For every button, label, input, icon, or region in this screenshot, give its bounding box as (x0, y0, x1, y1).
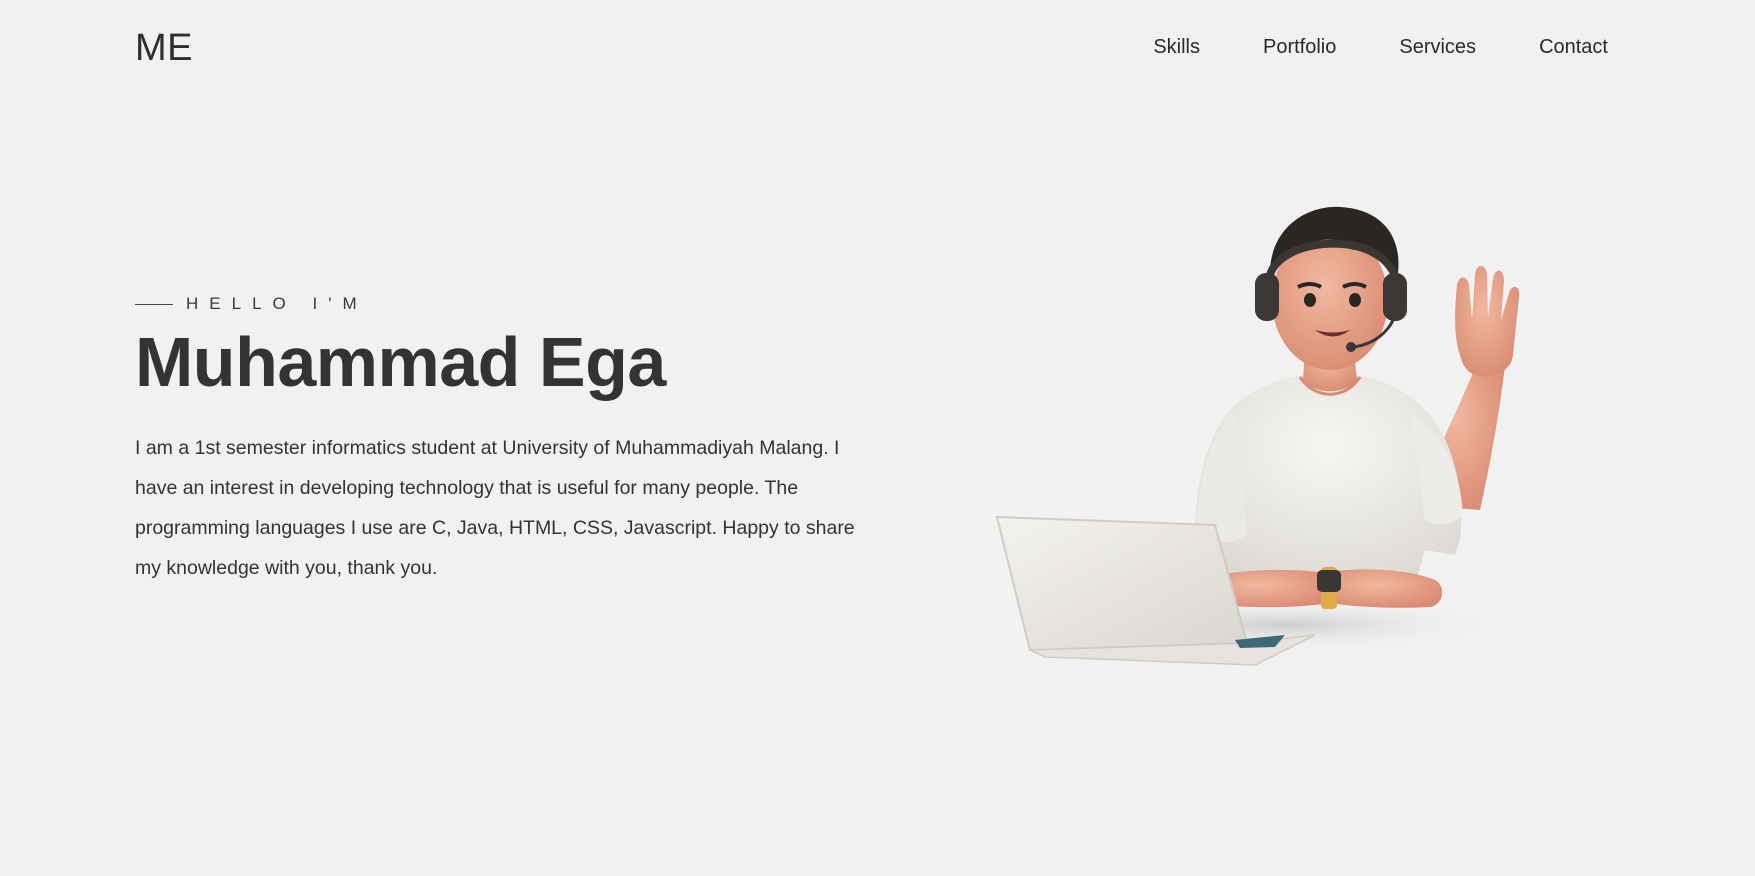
hero-bio: I am a 1st semester informatics student … (135, 437, 855, 579)
page: ME Skills Portfolio Services Contact HEL… (0, 0, 1755, 876)
hero-avatar-illustration (985, 195, 1585, 685)
nav-link-contact[interactable]: Contact (1539, 33, 1608, 61)
nav-link-services[interactable]: Services (1399, 33, 1476, 61)
hero-name: Muhammad Ega (135, 323, 666, 401)
eyebrow-divider (135, 303, 173, 305)
site-logo[interactable]: ME (135, 24, 193, 72)
nav-link-skills[interactable]: Skills (1153, 33, 1200, 61)
eyebrow-text: HELLO I'M (186, 294, 368, 313)
hero-eyebrow: HELLO I'M (135, 290, 855, 318)
nav-link-portfolio[interactable]: Portfolio (1263, 33, 1336, 61)
main-nav: Skills Portfolio Services Contact (1153, 33, 1608, 61)
hero-text: HELLO I'M Muhammad Ega I am a 1st semest… (135, 290, 855, 608)
